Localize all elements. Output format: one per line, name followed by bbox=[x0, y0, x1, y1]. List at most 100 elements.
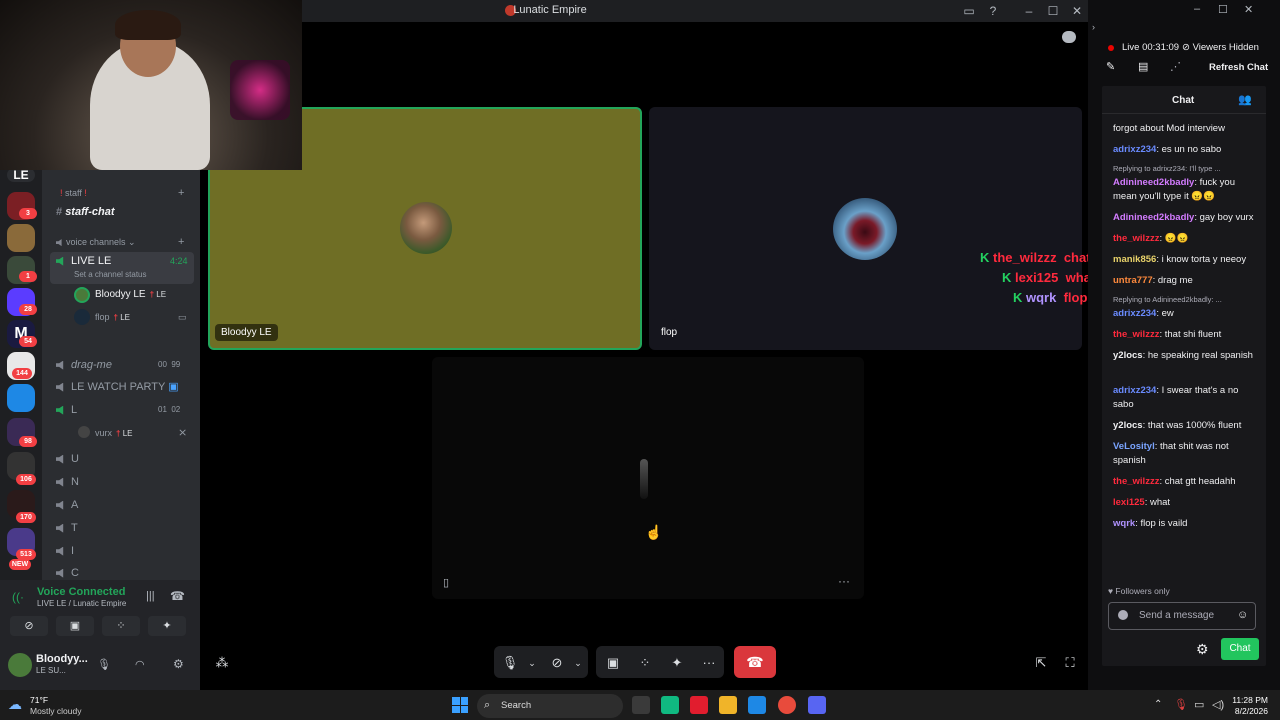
channel-i[interactable]: I bbox=[56, 542, 74, 560]
discord-icon[interactable] bbox=[808, 696, 826, 714]
avatar[interactable] bbox=[74, 309, 90, 325]
soundboard-icon[interactable]: ✦ bbox=[668, 655, 686, 671]
weather-desc[interactable]: Mostly cloudy bbox=[30, 706, 82, 716]
voice-member[interactable]: flop † LE bbox=[95, 308, 130, 326]
weather-temp[interactable]: 71°F bbox=[30, 695, 48, 705]
chat-send-button[interactable]: Chat bbox=[1221, 638, 1259, 660]
chat-message[interactable]: manik856: i know torta y neeoy bbox=[1113, 253, 1259, 267]
chat-username[interactable]: wqrk bbox=[1113, 518, 1135, 529]
start-button[interactable] bbox=[452, 697, 468, 713]
add-voice-channel-icon[interactable]: + bbox=[178, 233, 184, 251]
chat-message[interactable]: lexi125: what bbox=[1113, 496, 1259, 510]
inbox-icon[interactable]: ▭ bbox=[958, 2, 980, 20]
settings-gear-icon[interactable]: ⚙ bbox=[173, 657, 184, 671]
mic-icon[interactable]: 🎙 bbox=[1174, 698, 1188, 711]
avatar[interactable] bbox=[78, 426, 90, 438]
chat-message[interactable]: VeLosityl: that shit was not spanish bbox=[1113, 440, 1259, 468]
volume-icon[interactable]: ◁) bbox=[1212, 698, 1224, 711]
chat-username[interactable]: untra777 bbox=[1113, 275, 1153, 286]
popout-icon[interactable]: ⇱ bbox=[1032, 655, 1050, 671]
points-icon[interactable] bbox=[1118, 610, 1128, 620]
task-view-icon[interactable] bbox=[632, 696, 650, 714]
fullscreen-icon[interactable]: ⛶ bbox=[1061, 655, 1079, 671]
taskbar-search[interactable] bbox=[477, 694, 623, 718]
channel-watch-party[interactable]: LE WATCH PARTY ▣ bbox=[56, 378, 179, 396]
category-staff[interactable]: ! staff ! bbox=[60, 184, 87, 202]
chat-username[interactable]: adrixz234 bbox=[1113, 308, 1156, 319]
chat-message[interactable]: Adinineed2kbadly: gay boy vurx bbox=[1113, 211, 1259, 225]
voice-member[interactable]: vurx † LE bbox=[95, 424, 132, 442]
avatar[interactable] bbox=[74, 287, 90, 303]
screen-share-icon[interactable]: ▣ bbox=[604, 655, 622, 671]
viewers-status[interactable]: ⊘ Viewers Hidden bbox=[1182, 42, 1259, 53]
chat-message[interactable]: adrixz234: ew bbox=[1113, 307, 1259, 321]
server-icon-le[interactable]: LE bbox=[7, 168, 35, 182]
chat-username[interactable]: y2locs bbox=[1113, 350, 1143, 361]
channel-staff-chat[interactable]: # staff-chat bbox=[56, 203, 115, 221]
users-icon[interactable]: 👥 bbox=[1238, 93, 1252, 106]
clip-icon[interactable]: ▤ bbox=[1138, 60, 1148, 73]
chat-username[interactable]: adrixz234 bbox=[1113, 385, 1156, 396]
settings-gear-icon[interactable]: ⚙ bbox=[1196, 641, 1209, 658]
activities-icon[interactable]: ⁘ bbox=[636, 655, 654, 671]
voice-member[interactable]: Bloodyy LE † LE bbox=[95, 286, 166, 304]
chat-message[interactable]: adrixz234: es un no sabo bbox=[1113, 143, 1259, 157]
headphones-icon[interactable]: ◠ bbox=[135, 658, 145, 671]
avatar[interactable] bbox=[8, 653, 32, 677]
camera-off-icon[interactable]: ⊘ bbox=[548, 655, 566, 671]
chat-bubble-icon[interactable] bbox=[1062, 31, 1076, 43]
voice-status[interactable]: Voice Connected bbox=[37, 586, 125, 598]
chat-message[interactable]: wqrk: flop is vaild bbox=[1113, 517, 1259, 531]
app-icon[interactable] bbox=[661, 696, 679, 714]
soundboard-button[interactable]: ✦ bbox=[148, 616, 186, 636]
chat-message[interactable]: untra777: drag me bbox=[1113, 274, 1259, 288]
invite-icon[interactable]: ⁂ bbox=[213, 655, 231, 671]
category-voice[interactable]: voice channels ⌄ bbox=[56, 233, 136, 251]
chat-message[interactable]: forgot about Mod interview bbox=[1113, 122, 1259, 136]
server-icon[interactable] bbox=[7, 224, 35, 252]
chat-message[interactable]: the_wilzzz: 😠😠 bbox=[1113, 232, 1259, 246]
maximize-button[interactable]: ☐ bbox=[1218, 3, 1228, 16]
channel-t[interactable]: T bbox=[56, 519, 78, 537]
channel-a[interactable]: A bbox=[56, 496, 78, 514]
app-icon[interactable] bbox=[690, 696, 708, 714]
chat-username[interactable]: the_wilzzz bbox=[1113, 329, 1159, 340]
channel-drag-me[interactable]: drag-me bbox=[56, 356, 112, 374]
chat-username[interactable]: manik856 bbox=[1113, 254, 1156, 265]
edit-icon[interactable]: ✎ bbox=[1106, 60, 1115, 73]
voice-location[interactable]: LIVE LE / Lunatic Empire bbox=[37, 599, 126, 608]
activities-button[interactable]: ⁘ bbox=[102, 616, 140, 636]
channel-l[interactable]: L bbox=[56, 401, 77, 419]
network-icon[interactable]: ▭ bbox=[1194, 698, 1204, 711]
maximize-button[interactable]: ☐ bbox=[1042, 2, 1064, 20]
chat-username[interactable]: adrixz234 bbox=[1113, 144, 1156, 155]
weather-icon[interactable]: ☁ bbox=[8, 696, 22, 713]
chat-message[interactable]: y2locs: that was 1000% fluent bbox=[1113, 419, 1259, 433]
collapse-icon[interactable]: › bbox=[1092, 22, 1095, 32]
minimize-button[interactable]: – bbox=[1194, 3, 1200, 15]
chat-username[interactable]: the_wilzzz bbox=[1113, 233, 1159, 244]
chat-username[interactable]: Adinineed2kbadly bbox=[1113, 177, 1194, 188]
close-button[interactable]: ✕ bbox=[1066, 2, 1088, 20]
emote-icon[interactable]: ☺ bbox=[1237, 609, 1248, 621]
clock-date[interactable]: 8/2/2026 bbox=[1232, 706, 1268, 716]
minimize-button[interactable]: – bbox=[1018, 2, 1040, 20]
chat-username[interactable]: lexi125 bbox=[1113, 497, 1145, 508]
video-tile-empty[interactable] bbox=[432, 357, 864, 599]
username[interactable]: Bloodyy... bbox=[36, 653, 88, 665]
channel-c[interactable]: C bbox=[56, 564, 79, 578]
channel-n[interactable]: N bbox=[56, 473, 79, 491]
share-icon[interactable]: ⋰ bbox=[1170, 60, 1181, 73]
chrome-icon[interactable] bbox=[778, 696, 796, 714]
chat-username[interactable]: Adinineed2kbadly bbox=[1113, 212, 1194, 223]
more-icon[interactable]: ··· bbox=[700, 655, 718, 670]
chat-message[interactable]: Adinineed2kbadly: fuck you mean you'll t… bbox=[1113, 176, 1259, 204]
leave-call-button[interactable]: ☎ bbox=[734, 646, 776, 678]
disconnect-icon[interactable]: ☎ bbox=[170, 589, 185, 603]
screen-share-button[interactable]: ▣ bbox=[56, 616, 94, 636]
noise-suppression-icon[interactable]: ||| bbox=[146, 590, 155, 602]
camera-off-button[interactable]: ⊘ bbox=[10, 616, 48, 636]
help-icon[interactable]: ? bbox=[982, 2, 1004, 20]
chevron-up-icon[interactable]: ⌃ bbox=[1154, 699, 1162, 710]
chat-username[interactable]: VeLosityl bbox=[1113, 441, 1155, 452]
